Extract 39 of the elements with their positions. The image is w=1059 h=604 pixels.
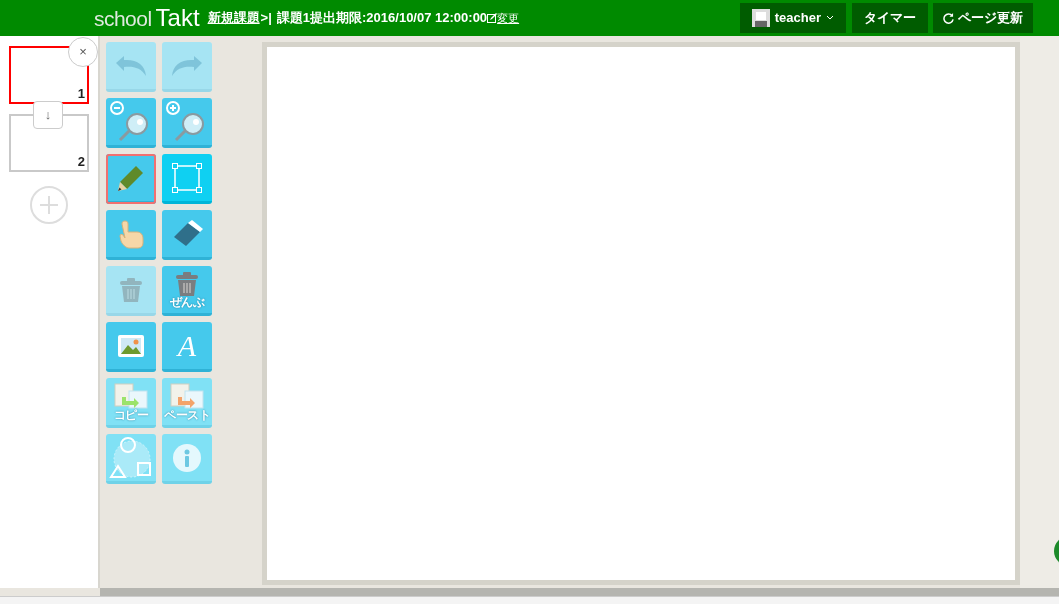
change-link[interactable]: 変更 [487,9,520,27]
redo-arrow-icon [170,54,204,77]
trash-can-icon [119,277,143,302]
logo-school-text: school [94,6,152,32]
clipboard-documents-icon [168,382,206,409]
add-page-icon[interactable] [30,186,68,224]
reload-button[interactable]: ページ更新 [933,3,1033,33]
separator-text: >| [260,9,272,28]
avatar-icon [751,9,770,27]
page-number: 2 [77,155,85,168]
undo-arrow-icon [114,54,148,77]
image-tool-button[interactable] [106,322,156,372]
trash-can-icon [175,271,199,296]
zoom-in-tool-button[interactable] [162,98,212,148]
page-number: 1 [77,87,85,100]
deadline-text: 課題1提出期限:2016/10/07 12:00:00 [276,9,488,28]
new-task-link[interactable]: 新規課題 [207,8,260,28]
user-menu-button[interactable]: teacher [739,3,846,33]
select-tool-button[interactable] [162,154,212,204]
pencil-tool-button[interactable] [106,154,156,204]
close-button[interactable]: × [68,37,98,67]
hand-tool-button[interactable] [106,210,156,260]
zoom-out-tool-button[interactable] [106,98,156,148]
shapes-icon [108,434,154,481]
edit-icon [487,13,498,23]
clipboard-documents-icon [112,382,150,409]
drawing-canvas[interactable] [262,42,1020,585]
move-down-button[interactable]: ↓ [33,101,63,129]
selection-box-icon [172,162,202,193]
caret-icon [826,15,834,21]
eraser-tool-button[interactable] [162,210,212,260]
pointing-hand-icon [117,218,145,249]
picture-icon [118,334,144,357]
shapes-tool-button[interactable] [106,434,156,484]
logo-takt-text: Takt [155,3,200,33]
reload-icon [943,12,954,24]
timer-button[interactable]: タイマー [852,3,928,33]
info-icon [172,442,202,473]
info-tool-button[interactable] [162,434,212,484]
